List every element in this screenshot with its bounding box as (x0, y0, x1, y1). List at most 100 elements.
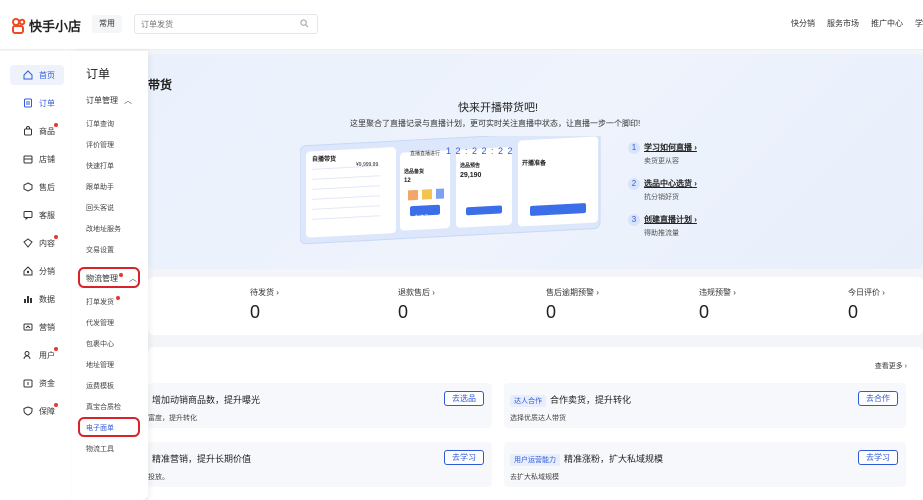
illus-timer: 1 2 : 2 2 : 2 2 (446, 146, 514, 156)
illus-card-value: ¥9,999.99 (356, 162, 379, 168)
step-title[interactable]: 选品中心选货 › (644, 178, 697, 189)
sidebar-item-label: 售后 (39, 182, 55, 192)
learn-button[interactable]: 去学习 (444, 450, 484, 465)
step-title[interactable]: 学习如何直播 › (644, 142, 697, 153)
notification-dot (115, 296, 120, 300)
nav-service-market[interactable]: 服务市场 (827, 18, 859, 29)
sidebar-item-order[interactable]: 订单 (10, 93, 64, 113)
search-input[interactable] (135, 15, 285, 33)
task-card[interactable]: 达人合作 合作卖货，提升转化 选择优质达人带货 去合作 (504, 383, 906, 428)
submenu-item-logistics-tools[interactable]: 物流工具 (86, 444, 114, 454)
search-icon[interactable] (300, 19, 309, 28)
submenu-title: 订单 (86, 67, 111, 81)
nav-learn[interactable]: 学 (915, 18, 923, 29)
submenu-item-order-query[interactable]: 订单查询 (86, 119, 114, 129)
stat-today-review[interactable]: 今日评价 › 0 (848, 287, 885, 323)
task-title: 精准营销，提升长期价值 (152, 454, 252, 464)
illus-card-title: 自播带货 (312, 157, 337, 163)
submenu-item-package-center[interactable]: 包裹中心 (86, 339, 114, 349)
chevron-up-icon: ︿ (129, 274, 137, 283)
task-title: 增加动销商品数，提升曝光 (152, 395, 261, 405)
step-desc: 卖货更从容 (644, 158, 679, 165)
task-title: 精准涨粉，扩大私域规模 (564, 454, 664, 464)
task-card[interactable]: 增加动销商品数，提升曝光 富度，提升转化 去选品 (148, 383, 492, 428)
sidebar-item-label: 营销 (39, 322, 55, 332)
sidebar-item-label: 订单 (39, 98, 55, 108)
submenu-item-review[interactable]: 评价管理 (86, 140, 114, 150)
sidebar-item-content[interactable]: 内容 (10, 233, 64, 253)
stat-label[interactable]: 待发货 › (250, 287, 279, 298)
submenu-group-order-management[interactable]: 订单管理 ︿ (86, 95, 132, 106)
stat-label[interactable]: 今日评价 › (848, 287, 885, 298)
marketing-icon (23, 322, 33, 332)
sidebar-item-product[interactable]: 商品 (10, 121, 64, 141)
submenu-item-address-change[interactable]: 改地址服务 (86, 224, 121, 234)
top-nav: 快分销 服务市场 推广中心 学 (791, 18, 923, 29)
cooperate-button[interactable]: 去合作 (858, 391, 898, 406)
task-tag: 用户运营能力 (510, 454, 560, 466)
stat-label[interactable]: 售后逾期预警 › (546, 287, 599, 298)
nav-fenxiao[interactable]: 快分销 (791, 18, 815, 29)
kuaishou-logo-icon (12, 17, 26, 34)
task-card[interactable]: 精准营销，提升长期价值 投放。 去学习 (148, 442, 492, 487)
submenu-group-logistics[interactable]: 物流管理 ︿ (86, 272, 137, 284)
order-icon (23, 98, 33, 108)
submenu-item-dropship[interactable]: 代发管理 (86, 318, 114, 328)
illus-card-value: 29,190 (460, 172, 482, 179)
sidebar-item-funds[interactable]: 资金 (10, 373, 64, 393)
submenu-item-e-waybill[interactable]: 电子面单 (86, 423, 114, 433)
nav-promotion-center[interactable]: 推广中心 (871, 18, 903, 29)
learn-button[interactable]: 去学习 (858, 450, 898, 465)
submenu-item-quick-print[interactable]: 快速打单 (86, 161, 114, 171)
stat-violation[interactable]: 违规预警 › 0 (699, 287, 736, 323)
stats-card: 待发货 › 0 退款售后 › 0 售后逾期预警 › 0 违规预警 › 0 今日评… (148, 277, 923, 335)
sidebar-item-home[interactable]: 首页 (10, 65, 64, 85)
task-desc: 富度，提升转化 (148, 415, 197, 422)
stat-refund[interactable]: 退款售后 › 0 (398, 287, 435, 323)
notification-dot (54, 347, 58, 351)
stat-value: 0 (398, 302, 409, 322)
submenu-item-print-ship[interactable]: 打单发货 (86, 296, 120, 307)
banner-subtext: 这里聚合了直播记录与直播计划，更可实时关注直播中状态，让直播一步一个脚印! (350, 119, 641, 128)
step-desc: 得助推流量 (644, 230, 679, 237)
submenu-item-label: 打单发货 (86, 299, 114, 306)
notification-dot (54, 403, 58, 407)
sidebar-item-protection[interactable]: 保障 (10, 401, 64, 421)
stat-aftersale-overdue[interactable]: 售后逾期预警 › 0 (546, 287, 599, 323)
step-number: 1 (628, 142, 640, 154)
chevron-up-icon: ︿ (124, 96, 132, 105)
view-more-link[interactable]: 查看更多 › (875, 361, 907, 371)
submenu-item-quality-check[interactable]: 真宝合质检 (86, 402, 121, 412)
submenu-item-freight-template[interactable]: 运费模板 (86, 381, 114, 391)
wallet-icon (23, 378, 33, 388)
sidebar-item-data[interactable]: 数据 (10, 289, 64, 309)
illus-button: 去选品 (414, 215, 430, 221)
submenu-item-address-manage[interactable]: 地址管理 (86, 360, 114, 370)
select-products-button[interactable]: 去选品 (444, 391, 484, 406)
logo[interactable]: 快手小店 (12, 16, 81, 35)
search-box[interactable] (134, 14, 318, 34)
submenu-item-trade-settings[interactable]: 交易设置 (86, 245, 114, 255)
sidebar-item-user[interactable]: 用户 (10, 345, 64, 365)
step-desc: 抗分销好货 (644, 194, 679, 201)
sidebar-item-marketing[interactable]: 营销 (10, 317, 64, 337)
illus-card-title: 选品预告 (460, 163, 481, 169)
step-title[interactable]: 创建直播计划 › (644, 214, 697, 225)
submenu-item-follow[interactable]: 跟单助手 (86, 182, 114, 192)
stat-label[interactable]: 退款售后 › (398, 287, 435, 298)
sidebar-item-distribution[interactable]: 分销 (10, 261, 64, 281)
submenu-item-repeat-customer[interactable]: 回头客说 (86, 203, 114, 213)
content-icon (23, 238, 33, 248)
sidebar-item-aftersale[interactable]: 售后 (10, 177, 64, 197)
sidebar-item-label: 客服 (39, 210, 55, 220)
share-icon (23, 266, 33, 276)
sidebar-item-store[interactable]: 店铺 (10, 149, 64, 169)
task-title: 合作卖货，提升转化 (550, 395, 632, 405)
task-card[interactable]: 用户运营能力 精准涨粉，扩大私域规模 去扩大私域规模 去学习 (504, 442, 906, 487)
sidebar-item-label: 数据 (39, 294, 55, 304)
stat-pending-shipment[interactable]: 待发货 › 0 (250, 287, 279, 323)
sidebar-item-service[interactable]: 客服 (10, 205, 64, 225)
stat-label[interactable]: 违规预警 › (699, 287, 736, 298)
common-tag[interactable]: 常用 (92, 15, 122, 33)
sidebar-item-label: 店铺 (39, 154, 55, 164)
